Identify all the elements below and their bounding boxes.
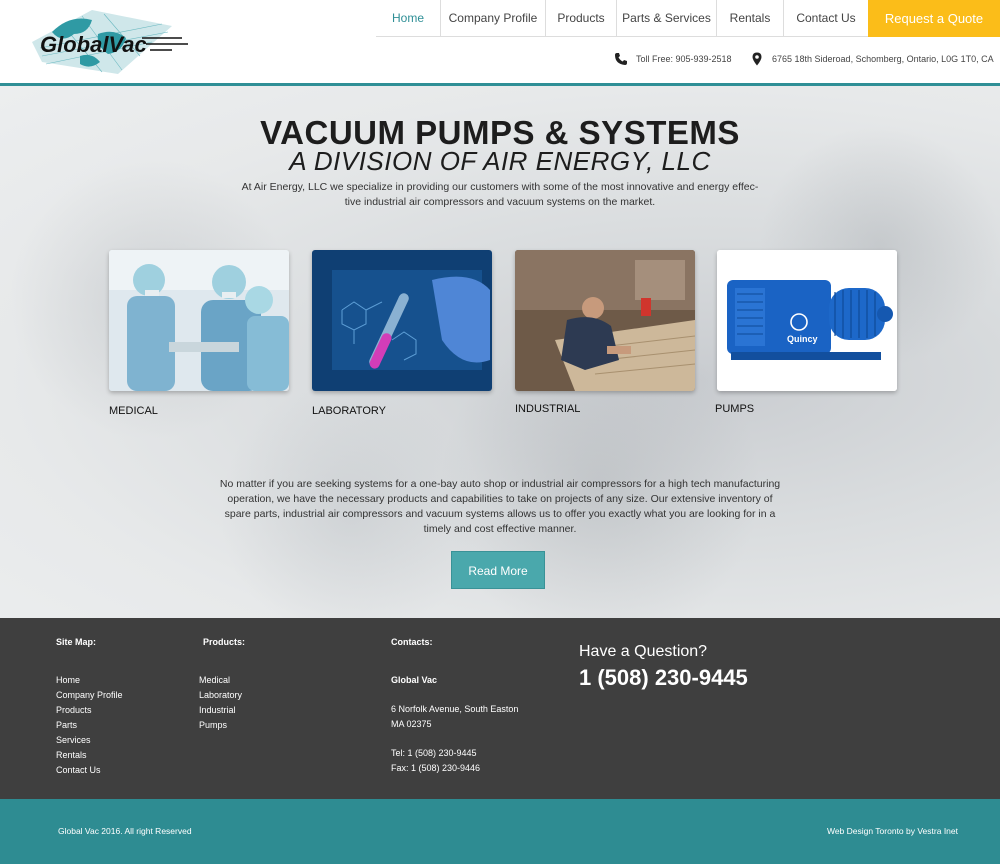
footer-fax: Fax: 1 (508) 230-9446 xyxy=(391,763,481,773)
nav-company-profile[interactable]: Company Profile xyxy=(441,0,546,36)
category-card-medical[interactable] xyxy=(109,250,289,391)
nav-rentals[interactable]: Rentals xyxy=(717,0,784,36)
sitemap-link-company-profile[interactable]: Company Profile xyxy=(56,688,123,703)
nav-contact-us[interactable]: Contact Us xyxy=(784,0,868,36)
medical-image xyxy=(109,250,289,391)
category-label-pumps[interactable]: PUMPS xyxy=(715,403,754,415)
pumps-image: Quincy xyxy=(717,250,897,391)
address-text: 6765 18th Sideroad, Schomberg, Ontario, … xyxy=(772,54,994,64)
category-label-medical[interactable]: MEDICAL xyxy=(109,405,158,417)
product-link-industrial[interactable]: Industrial xyxy=(199,703,242,718)
industrial-image xyxy=(515,250,695,391)
sitemap-link-home[interactable]: Home xyxy=(56,673,123,688)
category-card-industrial[interactable] xyxy=(515,250,695,391)
sitemap-heading: Site Map: xyxy=(56,637,97,647)
hero-intro-text: At Air Energy, LLC we specialize in prov… xyxy=(241,181,759,208)
nav-products[interactable]: Products xyxy=(546,0,617,36)
address-line-2: MA 02375 xyxy=(391,719,432,729)
logo-text: GlobalVac xyxy=(40,32,147,57)
address-line-1: 6 Norfolk Avenue, South Easton xyxy=(391,704,519,714)
sitemap-list: Home Company Profile Products Parts Serv… xyxy=(56,673,123,778)
nav-parts-services[interactable]: Parts & Services xyxy=(617,0,717,36)
products-list: Medical Laboratory Industrial Pumps xyxy=(199,673,242,733)
big-phone-number[interactable]: 1 (508) 230-9445 xyxy=(579,665,748,691)
request-quote-button[interactable]: Request a Quote xyxy=(868,0,1000,37)
map-pin-icon xyxy=(750,52,764,66)
body-paragraph: No matter if you are seeking systems for… xyxy=(219,478,781,535)
product-link-medical[interactable]: Medical xyxy=(199,673,242,688)
contacts-heading: Contacts: xyxy=(391,637,433,647)
toll-free-text: Toll Free: 905-939-2518 xyxy=(636,54,732,64)
quincy-brand-text: Quincy xyxy=(787,334,818,344)
product-link-pumps[interactable]: Pumps xyxy=(199,718,242,733)
read-more-button[interactable]: Read More xyxy=(451,551,545,589)
phone-icon xyxy=(614,52,628,66)
category-label-industrial[interactable]: INDUSTRIAL xyxy=(515,403,580,415)
category-card-laboratory[interactable] xyxy=(312,250,492,391)
toll-free-phone[interactable]: Toll Free: 905-939-2518 xyxy=(614,52,732,66)
site-header: GlobalVac Home Company Profile Products … xyxy=(0,0,1000,86)
page-subtitle: A DIVISION OF AIR ENERGY, LLC xyxy=(289,146,711,176)
sitemap-link-parts[interactable]: Parts xyxy=(56,718,123,733)
bottom-bar: Global Vac 2016. All right Reserved Web … xyxy=(0,799,1000,864)
sitemap-link-contact-us[interactable]: Contact Us xyxy=(56,763,123,778)
design-credit-link[interactable]: Web Design Toronto by Vestra Inet xyxy=(827,826,958,836)
category-label-laboratory[interactable]: LABORATORY xyxy=(312,405,386,417)
product-link-laboratory[interactable]: Laboratory xyxy=(199,688,242,703)
sitemap-link-rentals[interactable]: Rentals xyxy=(56,748,123,763)
nav-home[interactable]: Home xyxy=(376,0,441,36)
site-footer: Site Map: Home Company Profile Products … xyxy=(0,618,1000,799)
products-heading: Products: xyxy=(203,637,246,647)
footer-tel[interactable]: Tel: 1 (508) 230-9445 xyxy=(391,746,477,761)
category-card-pumps[interactable]: Quincy xyxy=(717,250,897,391)
address-line: 6765 18th Sideroad, Schomberg, Ontario, … xyxy=(750,52,994,66)
laboratory-image xyxy=(312,250,492,391)
main-nav: Home Company Profile Products Parts & Se… xyxy=(376,0,868,37)
copyright-text: Global Vac 2016. All right Reserved xyxy=(58,826,192,836)
company-name: Global Vac xyxy=(391,675,438,685)
sitemap-link-services[interactable]: Services xyxy=(56,733,123,748)
sitemap-link-products[interactable]: Products xyxy=(56,703,123,718)
globalvac-logo[interactable]: GlobalVac xyxy=(22,4,207,80)
hero-section: VACUUM PUMPS & SYSTEMS A DIVISION OF AIR… xyxy=(0,86,1000,618)
question-heading: Have a Question? xyxy=(579,643,708,660)
